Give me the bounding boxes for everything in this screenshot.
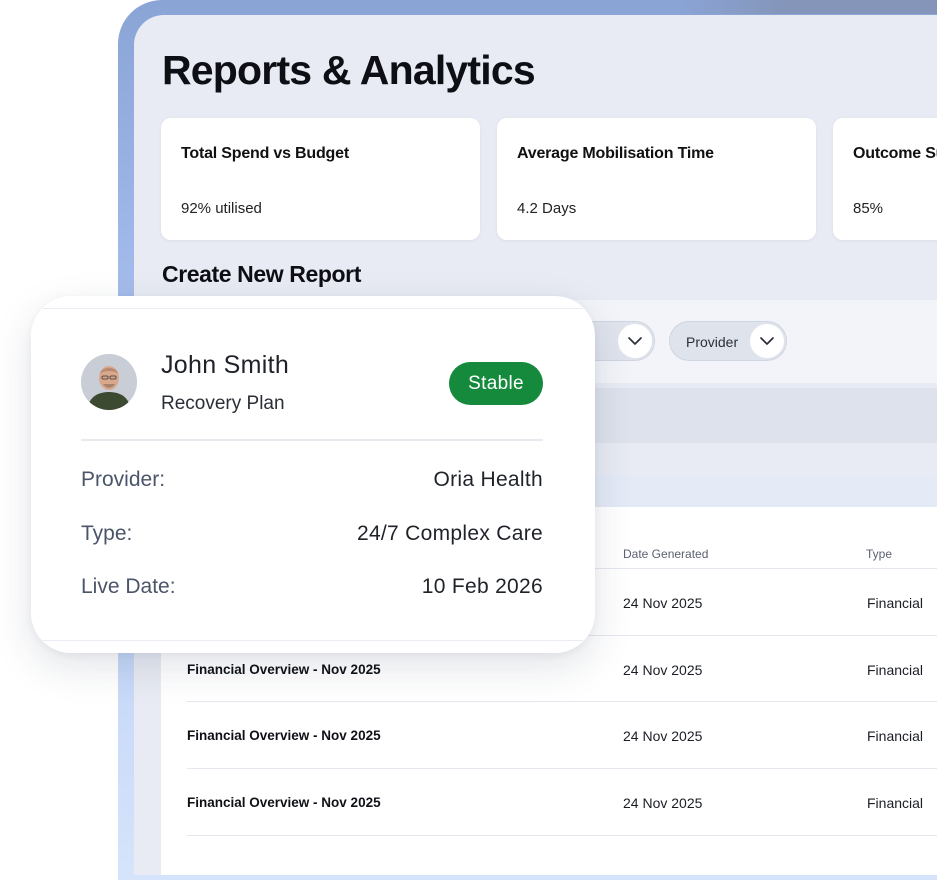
plan-name: Recovery Plan <box>161 393 285 414</box>
metric-value: 85% <box>853 200 884 217</box>
report-date: 24 Nov 2025 <box>623 595 703 611</box>
type-value: 24/7 Complex Care <box>356 522 543 545</box>
divider <box>81 439 543 441</box>
metric-card-outcome[interactable]: Outcome Su 85% <box>833 118 937 240</box>
type-label: Type: <box>81 522 133 545</box>
patient-profile-card[interactable]: John Smith Recovery Plan Stable Provider… <box>31 296 595 653</box>
table-row[interactable]: Financial Overview - Nov 2025 24 Nov 202… <box>187 701 937 768</box>
live-date-label: Live Date: <box>81 575 176 598</box>
metric-card-mobilisation[interactable]: Average Mobilisation Time 4.2 Days <box>497 118 816 240</box>
table-row-divider <box>187 835 937 837</box>
page-title: Reports & Analytics <box>162 47 536 93</box>
metric-title: Average Mobilisation Time <box>517 145 714 162</box>
report-type: Financial <box>867 728 924 744</box>
report-date: 24 Nov 2025 <box>623 662 703 678</box>
avatar <box>81 354 137 410</box>
report-type: Financial <box>867 795 924 811</box>
report-date: 24 Nov 2025 <box>623 795 703 811</box>
report-type: Financial <box>867 662 924 678</box>
status-badge: Stable <box>449 362 543 405</box>
report-type: Financial <box>867 595 924 611</box>
filter-label: Provider <box>686 334 739 350</box>
report-name: Financial Overview - Nov 2025 <box>187 795 381 810</box>
create-report-title: Create New Report <box>162 261 361 287</box>
report-name: Financial Overview - Nov 2025 <box>187 662 381 677</box>
provider-value: Oria Health <box>433 468 543 491</box>
provider-filter-dropdown[interactable]: Provider <box>669 321 787 361</box>
report-date: 24 Nov 2025 <box>623 728 703 744</box>
chevron-down-icon[interactable] <box>750 324 784 358</box>
column-header-type[interactable]: Type <box>866 547 892 561</box>
metric-title: Total Spend vs Budget <box>181 145 349 162</box>
metric-value: 92% utilised <box>181 200 262 217</box>
metrics-row: Total Spend vs Budget 92% utilised Avera… <box>161 118 937 240</box>
provider-label: Provider: <box>81 468 166 491</box>
metric-title: Outcome Su <box>853 145 937 162</box>
metric-card-spend[interactable]: Total Spend vs Budget 92% utilised <box>161 118 480 240</box>
chevron-down-icon[interactable] <box>618 324 652 358</box>
live-date-value: 10 Feb 2026 <box>421 575 543 598</box>
column-header-date[interactable]: Date Generated <box>623 547 708 561</box>
table-row[interactable]: Financial Overview - Nov 2025 24 Nov 202… <box>187 768 937 835</box>
metric-value: 4.2 Days <box>517 200 577 217</box>
patient-name: John Smith <box>161 351 290 379</box>
report-name: Financial Overview - Nov 2025 <box>187 728 381 743</box>
